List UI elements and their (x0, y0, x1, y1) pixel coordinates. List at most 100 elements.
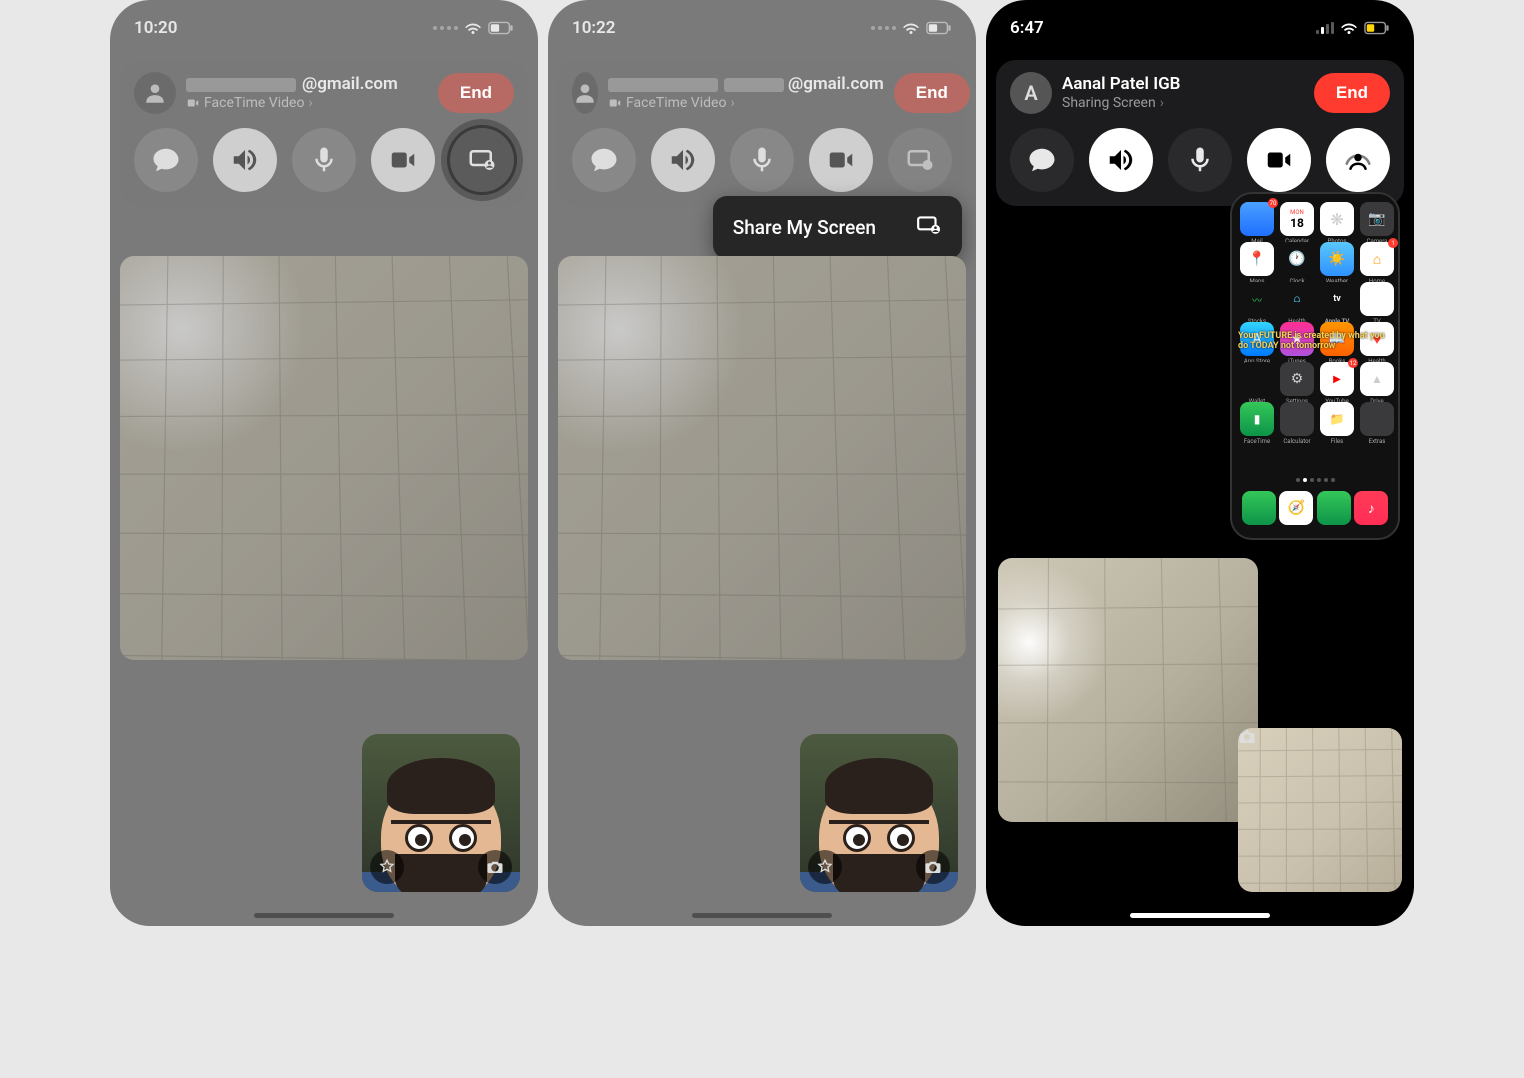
effects-button[interactable] (808, 850, 842, 884)
mute-button[interactable] (292, 128, 356, 192)
effects-button[interactable] (370, 850, 404, 884)
facetime-control-card: @gmail.com FaceTime Video › End (120, 60, 528, 206)
app-camera: 📷Camera (1360, 202, 1394, 236)
cellular-dots-icon (871, 26, 896, 30)
app-home: ⌂1Home (1360, 242, 1394, 276)
dock: 🧭 ♪ (1240, 486, 1390, 530)
home-indicator[interactable] (1130, 913, 1270, 918)
avatar[interactable] (134, 72, 176, 114)
status-time: 10:22 (572, 18, 615, 38)
call-status[interactable]: Sharing Screen › (1062, 95, 1304, 112)
share-my-screen-popup[interactable]: Share My Screen (713, 196, 962, 259)
status-right (1316, 19, 1390, 37)
app-photos: ❋Photos (1320, 202, 1354, 236)
app-extras: Extras (1360, 402, 1394, 436)
status-bar: 6:47 (986, 6, 1414, 50)
cellular-bars-icon (1316, 22, 1334, 34)
dock-messages (1317, 491, 1351, 525)
speaker-button[interactable] (1089, 128, 1153, 192)
camera-toggle-button[interactable] (1247, 128, 1311, 192)
screen-2-share-popup: 10:22 @gmail.com FaceTime Video (548, 0, 976, 926)
flip-camera-button[interactable] (1238, 728, 1256, 750)
avatar[interactable] (572, 72, 598, 114)
wifi-icon (902, 19, 920, 37)
app-weather: ☀️Weather (1320, 242, 1354, 276)
cellular-dots-icon (433, 26, 458, 30)
status-bar: 10:22 (548, 6, 976, 50)
end-call-button[interactable]: End (1314, 73, 1390, 113)
wallpaper-text: Your FUTURE is created by what you do TO… (1238, 332, 1392, 352)
status-time: 6:47 (1010, 18, 1044, 38)
facetime-control-card: @gmail.com FaceTime Video › End (558, 60, 966, 206)
battery-icon (488, 21, 514, 35)
screenshare-button[interactable] (888, 128, 952, 192)
wifi-icon (1340, 19, 1358, 37)
remote-video-view[interactable] (120, 256, 528, 660)
messages-button[interactable] (134, 128, 198, 192)
app-stocks: 〰Stocks (1240, 282, 1274, 316)
messages-button[interactable] (1010, 128, 1074, 192)
screen-1-facetime-controls: 10:20 @gmail.com FaceTime Video (110, 0, 538, 926)
self-video-pip[interactable] (362, 734, 520, 892)
battery-low-power-icon (1364, 21, 1390, 35)
wifi-icon (464, 19, 482, 37)
app-drive: ▲Drive (1360, 362, 1394, 396)
share-popup-label: Share My Screen (733, 216, 876, 239)
page-indicator (1232, 478, 1398, 482)
dock-safari: 🧭 (1279, 491, 1313, 525)
app-youtube: ▶12YouTube (1320, 362, 1354, 396)
flip-camera-button[interactable] (478, 850, 512, 884)
home-screen-apps: 70Mail MON18Calendar ❋Photos 📷Camera 📍Ma… (1240, 202, 1390, 436)
shared-screen-thumbnail[interactable]: 70Mail MON18Calendar ❋Photos 📷Camera 📍Ma… (1230, 192, 1400, 540)
screen-3-sharing-active: 6:47 A Aanal Patel IGB Sharing Screen › … (986, 0, 1414, 926)
app-facetime: ▮FaceTime (1240, 402, 1274, 436)
app-appletv: tvApple TV (1320, 282, 1354, 316)
redacted-name-2 (724, 78, 784, 92)
home-indicator[interactable] (254, 913, 394, 918)
app-calendar: MON18Calendar (1280, 202, 1314, 236)
end-call-button[interactable]: End (894, 73, 970, 113)
shareplay-button[interactable] (1326, 128, 1390, 192)
contact-name: @gmail.com (186, 74, 428, 94)
chevron-right-icon: › (308, 95, 312, 112)
app-settings: ⚙Settings (1280, 362, 1314, 396)
contact-name: @gmail.com (608, 74, 884, 94)
camera-toggle-button[interactable] (809, 128, 873, 192)
avatar[interactable]: A (1010, 72, 1052, 114)
status-time: 10:20 (134, 18, 177, 38)
contact-name: Aanal Patel IGB (1062, 74, 1304, 94)
redacted-name (608, 78, 718, 92)
battery-icon (926, 21, 952, 35)
remote-video-tile[interactable] (998, 558, 1258, 822)
app-tv: TV (1360, 282, 1394, 316)
screenshare-icon (916, 212, 942, 243)
facetime-control-card: A Aanal Patel IGB Sharing Screen › End (996, 60, 1404, 206)
flip-camera-button[interactable] (916, 850, 950, 884)
speaker-button[interactable] (651, 128, 715, 192)
redacted-name (186, 78, 296, 92)
call-status[interactable]: FaceTime Video › (186, 95, 428, 112)
status-right (433, 19, 514, 37)
app-calculator: Calculator (1280, 402, 1314, 436)
dock-music: ♪ (1354, 491, 1388, 525)
chevron-right-icon: › (730, 95, 734, 112)
mute-button[interactable] (1168, 128, 1232, 192)
self-video-pip[interactable] (800, 734, 958, 892)
app-clock: 🕐Clock (1280, 242, 1314, 276)
call-status[interactable]: FaceTime Video › (608, 95, 884, 112)
speaker-button[interactable] (213, 128, 277, 192)
app-files: 📁Files (1320, 402, 1354, 436)
mute-button[interactable] (730, 128, 794, 192)
end-call-button[interactable]: End (438, 73, 514, 113)
app-maps: 📍Maps (1240, 242, 1274, 276)
camera-toggle-button[interactable] (371, 128, 435, 192)
chevron-right-icon: › (1160, 95, 1164, 112)
app-health-data: ⩍Health (1280, 282, 1314, 316)
self-video-tile[interactable] (1238, 728, 1402, 892)
screenshare-button[interactable] (450, 128, 514, 192)
app-mail: 70Mail (1240, 202, 1274, 236)
status-bar: 10:20 (110, 6, 538, 50)
home-indicator[interactable] (692, 913, 832, 918)
messages-button[interactable] (572, 128, 636, 192)
remote-video-view[interactable] (558, 256, 966, 660)
